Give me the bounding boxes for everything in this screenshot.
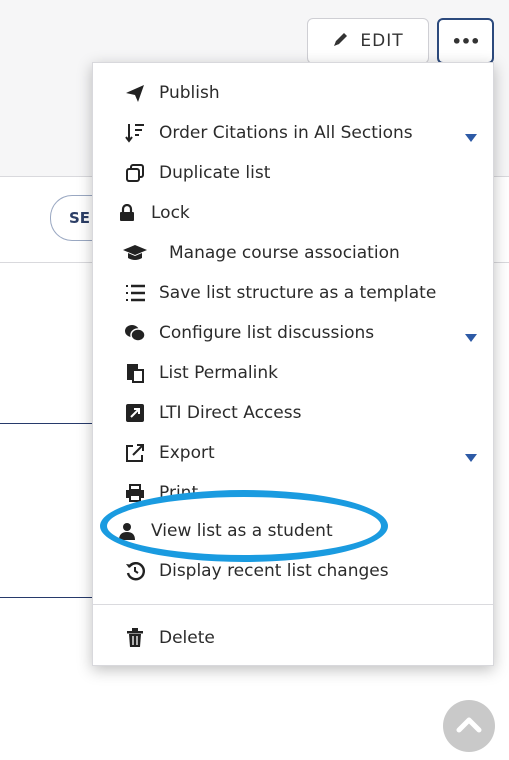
menu-item-label: Manage course association [169, 243, 400, 263]
trash-icon [123, 626, 147, 650]
menu-item-label: Export [159, 443, 215, 463]
list-actions-menu: Publish Order Citations in All Sections … [92, 62, 494, 666]
menu-item-label: Publish [159, 83, 220, 103]
menu-item-publish[interactable]: Publish [93, 73, 493, 113]
duplicate-icon [123, 161, 147, 185]
paper-plane-icon [123, 81, 147, 105]
pencil-icon [332, 30, 350, 53]
list-icon [123, 281, 147, 305]
menu-item-label: Configure list discussions [159, 323, 375, 343]
comments-icon [123, 321, 147, 345]
graduation-cap-icon [123, 241, 147, 265]
highlight-annotation [100, 490, 388, 562]
caret-down-icon [465, 327, 477, 347]
menu-item-label: Save list structure as a template [159, 283, 437, 303]
menu-item-save-template[interactable]: Save list structure as a template [93, 273, 493, 313]
menu-item-label: LTI Direct Access [159, 403, 302, 423]
menu-item-label: Lock [151, 203, 190, 223]
divider [0, 423, 92, 424]
ellipsis-icon: ••• [451, 31, 481, 51]
divider [0, 597, 92, 598]
lock-icon [115, 201, 139, 225]
menu-item-permalink[interactable]: List Permalink [93, 353, 493, 393]
edit-button[interactable]: EDIT [307, 18, 429, 64]
scroll-to-top-button[interactable] [443, 700, 495, 752]
more-options-button[interactable]: ••• [437, 18, 494, 64]
chevron-up-icon [455, 714, 483, 738]
caret-down-icon [465, 127, 477, 147]
history-icon [123, 559, 147, 583]
menu-item-label: Display recent list changes [159, 561, 389, 581]
menu-item-label: List Permalink [159, 363, 278, 383]
sort-icon [123, 121, 147, 145]
caret-down-icon [465, 447, 477, 467]
menu-item-label: Order Citations in All Sections [159, 123, 413, 143]
edit-label: EDIT [360, 31, 404, 51]
permalink-icon [123, 361, 147, 385]
menu-item-label: Delete [159, 628, 215, 648]
menu-item-export[interactable]: Export [93, 433, 493, 473]
menu-item-label: Duplicate list [159, 163, 271, 183]
menu-item-order-citations[interactable]: Order Citations in All Sections [93, 113, 493, 153]
menu-divider [93, 604, 493, 605]
menu-item-delete[interactable]: Delete [93, 618, 493, 658]
menu-item-manage-course[interactable]: Manage course association [93, 233, 493, 273]
menu-item-lti-direct-access[interactable]: LTI Direct Access [93, 393, 493, 433]
menu-item-duplicate-list[interactable]: Duplicate list [93, 153, 493, 193]
menu-item-lock[interactable]: Lock [93, 193, 493, 233]
export-icon [123, 441, 147, 465]
menu-item-configure-discussions[interactable]: Configure list discussions [93, 313, 493, 353]
partial-button-label: SE [69, 209, 91, 227]
external-square-icon [123, 401, 147, 425]
